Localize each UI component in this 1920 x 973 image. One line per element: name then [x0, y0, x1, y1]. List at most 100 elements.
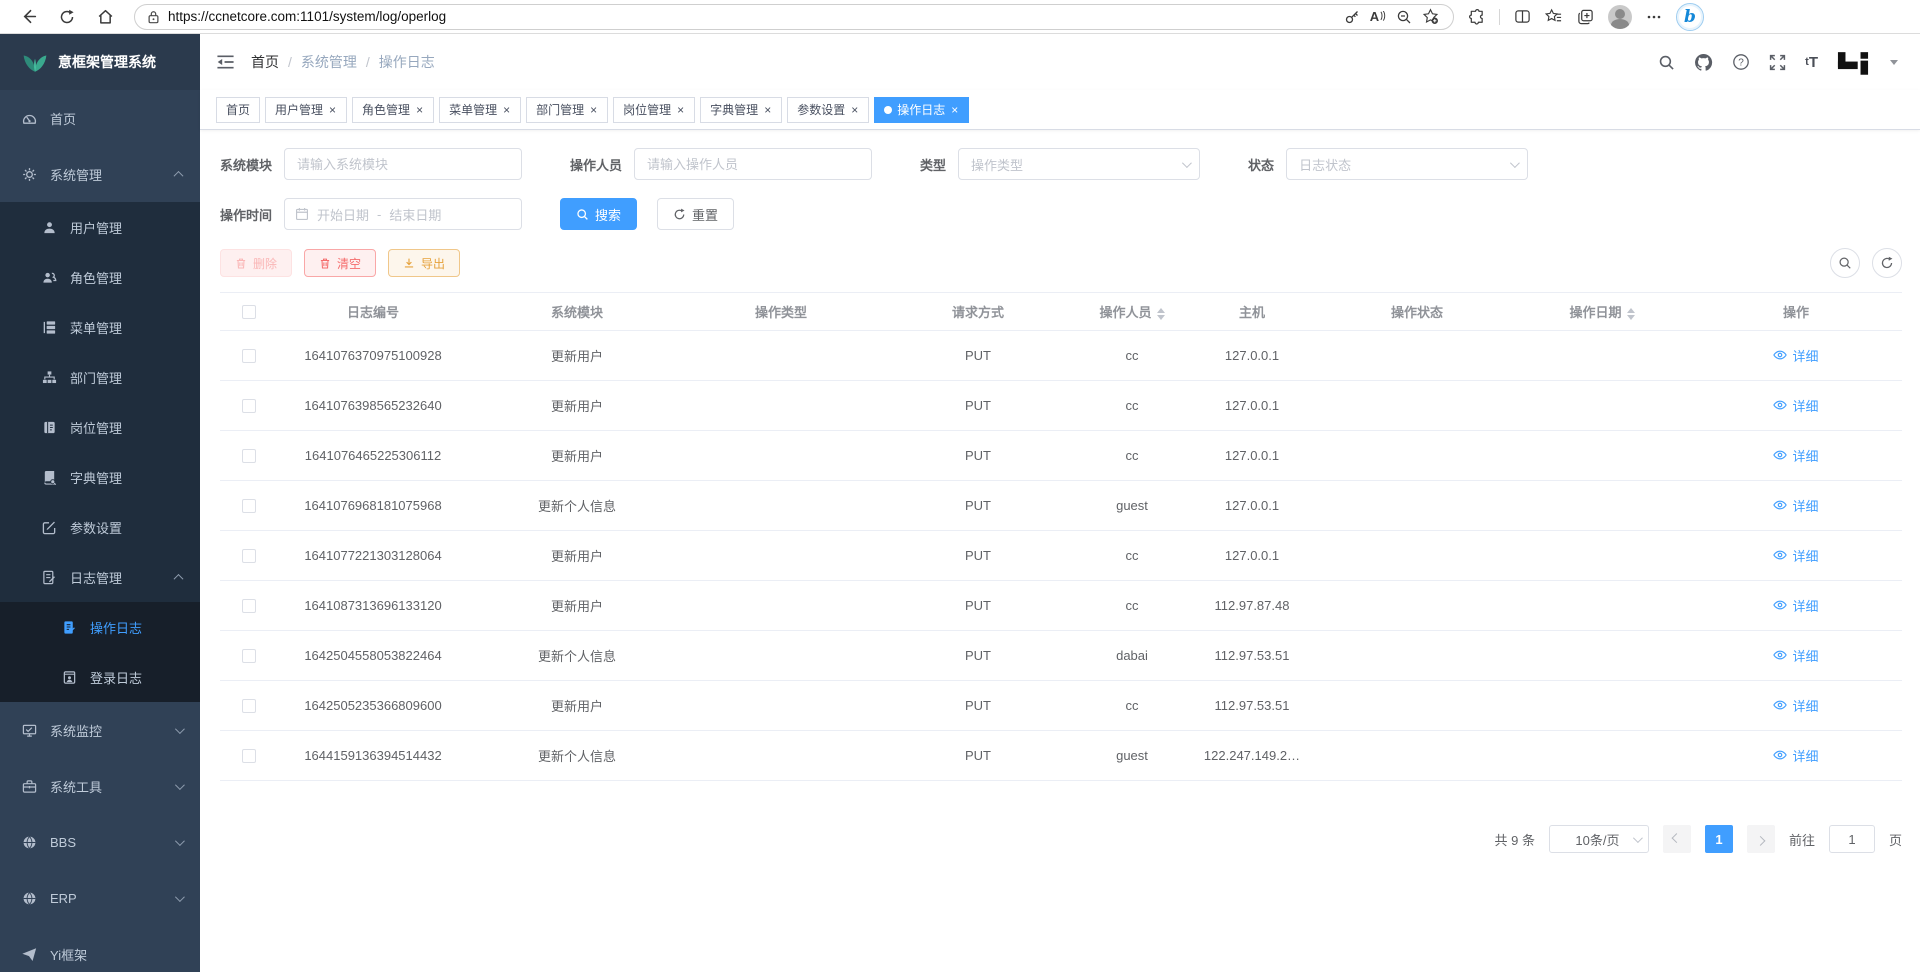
sidebar-item-system-monitor[interactable]: 系统监控 [0, 702, 200, 758]
table-row[interactable]: 1641076398565232640 更新用户 PUT cc 127.0.0.… [220, 381, 1902, 431]
yi-logo[interactable] [1837, 50, 1869, 75]
search-button[interactable]: 搜索 [560, 198, 637, 230]
show-search-toggle-button[interactable] [1830, 248, 1860, 278]
row-checkbox[interactable] [242, 699, 256, 713]
page-1-button[interactable]: 1 [1705, 825, 1733, 853]
tab-user-management[interactable]: 用户管理× [265, 97, 347, 123]
end-date-placeholder[interactable]: 结束日期 [389, 205, 441, 224]
sidebar-item-system-tools[interactable]: 系统工具 [0, 758, 200, 814]
close-icon[interactable]: × [328, 104, 337, 116]
table-row[interactable]: 1641076465225306112 更新用户 PUT cc 127.0.0.… [220, 431, 1902, 481]
tab-menu-management[interactable]: 菜单管理× [439, 97, 521, 123]
detail-link[interactable]: 详细 [1773, 346, 1818, 365]
sort-icons[interactable] [1627, 308, 1635, 320]
browser-profile-avatar[interactable] [1608, 5, 1632, 29]
close-icon[interactable]: × [950, 104, 959, 116]
start-date-placeholder[interactable]: 开始日期 [317, 205, 369, 224]
sidebar-item-home[interactable]: 首页 [0, 90, 200, 146]
tab-role-management[interactable]: 角色管理× [352, 97, 434, 123]
clear-button[interactable]: 清空 [304, 249, 376, 277]
goto-page-input[interactable] [1829, 825, 1875, 853]
detail-link[interactable]: 详细 [1773, 546, 1818, 565]
sidebar-item-bbs[interactable]: BBS [0, 814, 200, 870]
table-row[interactable]: 1641076968181075968 更新个人信息 PUT guest 127… [220, 481, 1902, 531]
sidebar-item-role-management[interactable]: 角色管理 [0, 252, 200, 302]
tab-post-management[interactable]: 岗位管理× [613, 97, 695, 123]
sidebar-item-yi-framework[interactable]: Yi框架 [0, 926, 200, 972]
detail-link[interactable]: 详细 [1773, 696, 1818, 715]
browser-menu-dots-icon[interactable] [1646, 9, 1662, 25]
sidebar-item-post-management[interactable]: 岗位管理 [0, 402, 200, 452]
sidebar-item-menu-management[interactable]: 菜单管理 [0, 302, 200, 352]
table-row[interactable]: 1641076370975100928 更新用户 PUT cc 127.0.0.… [220, 331, 1902, 381]
close-icon[interactable]: × [502, 104, 511, 116]
sort-desc-icon[interactable] [1627, 315, 1635, 320]
next-page-button[interactable] [1747, 825, 1775, 853]
split-screen-icon[interactable] [1514, 8, 1531, 25]
date-range-picker[interactable]: 开始日期 - 结束日期 [284, 198, 522, 230]
export-button[interactable]: 导出 [388, 249, 460, 277]
status-select[interactable]: 日志状态 [1286, 148, 1528, 180]
delete-button[interactable]: 删除 [220, 249, 292, 277]
close-icon[interactable]: × [763, 104, 772, 116]
row-checkbox[interactable] [242, 499, 256, 513]
row-checkbox[interactable] [242, 399, 256, 413]
table-row[interactable]: 1642505235366809600 更新用户 PUT cc 112.97.5… [220, 681, 1902, 731]
sort-icons[interactable] [1157, 308, 1165, 320]
table-row[interactable]: 1641087313696133120 更新用户 PUT cc 112.97.8… [220, 581, 1902, 631]
row-checkbox[interactable] [242, 449, 256, 463]
page-size-select[interactable]: 10条/页 [1549, 825, 1649, 853]
app-logo[interactable]: 意框架管理系统 [0, 34, 200, 90]
header-search-icon[interactable] [1658, 54, 1675, 71]
close-icon[interactable]: × [415, 104, 424, 116]
detail-link[interactable]: 详细 [1773, 596, 1818, 615]
sidebar-item-system-management[interactable]: 系统管理 [0, 146, 200, 202]
detail-link[interactable]: 详细 [1773, 396, 1818, 415]
browser-reload-icon[interactable] [52, 3, 82, 31]
sidebar-item-user-management[interactable]: 用户管理 [0, 202, 200, 252]
address-bar[interactable]: https://ccnetcore.com:1101/system/log/op… [134, 4, 1454, 30]
reset-button[interactable]: 重置 [657, 198, 734, 230]
module-input[interactable] [284, 148, 522, 180]
sort-asc-icon[interactable] [1157, 308, 1165, 313]
sidebar-item-param-settings[interactable]: 参数设置 [0, 502, 200, 552]
close-icon[interactable]: × [676, 104, 685, 116]
prev-page-button[interactable] [1663, 825, 1691, 853]
read-aloud-icon[interactable]: A [1365, 6, 1391, 28]
row-checkbox[interactable] [242, 549, 256, 563]
favorite-star-icon[interactable] [1417, 6, 1443, 28]
detail-link[interactable]: 详细 [1773, 646, 1818, 665]
sidebar-collapse-icon[interactable] [216, 54, 235, 70]
detail-link[interactable]: 详细 [1773, 746, 1818, 765]
table-row[interactable]: 1644159136394514432 更新个人信息 PUT guest 122… [220, 731, 1902, 781]
detail-link[interactable]: 详细 [1773, 496, 1818, 515]
tab-dict-management[interactable]: 字典管理× [700, 97, 782, 123]
tab-param-settings[interactable]: 参数设置× [787, 97, 869, 123]
browser-back-icon[interactable] [14, 3, 44, 31]
row-checkbox[interactable] [242, 649, 256, 663]
detail-link[interactable]: 详细 [1773, 446, 1818, 465]
close-icon[interactable]: × [850, 104, 859, 116]
refresh-table-button[interactable] [1872, 248, 1902, 278]
fullscreen-icon[interactable] [1769, 54, 1786, 71]
zoom-out-icon[interactable] [1391, 6, 1417, 28]
sort-asc-icon[interactable] [1627, 308, 1635, 313]
row-checkbox[interactable] [242, 349, 256, 363]
sidebar-item-operation-log[interactable]: 操作日志 [0, 602, 200, 652]
operator-input[interactable] [634, 148, 872, 180]
font-size-icon[interactable]: tT [1805, 54, 1818, 71]
breadcrumb-home[interactable]: 首页 [251, 52, 279, 72]
type-select[interactable]: 操作类型 [958, 148, 1200, 180]
row-checkbox[interactable] [242, 599, 256, 613]
sidebar-item-log-management[interactable]: 日志管理 [0, 552, 200, 602]
sidebar-item-department-management[interactable]: 部门管理 [0, 352, 200, 402]
sort-desc-icon[interactable] [1157, 315, 1165, 320]
url-text[interactable]: https://ccnetcore.com:1101/system/log/op… [168, 9, 1339, 24]
column-operator[interactable]: 操作人员 [1080, 293, 1184, 331]
close-icon[interactable]: × [589, 104, 598, 116]
row-checkbox[interactable] [242, 749, 256, 763]
breadcrumb-system[interactable]: 系统管理 [301, 52, 357, 72]
sidebar-item-erp[interactable]: ERP [0, 870, 200, 926]
bing-chat-icon[interactable]: b [1676, 3, 1704, 31]
tab-department-management[interactable]: 部门管理× [526, 97, 608, 123]
